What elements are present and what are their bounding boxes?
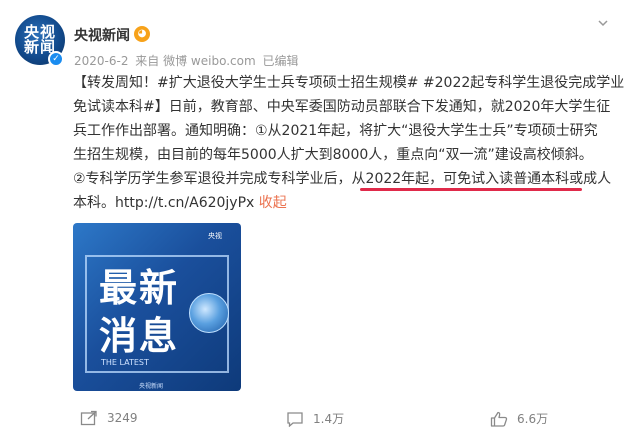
post-date[interactable]: 2020-6-2 — [74, 54, 128, 68]
action-bar: 3249 1.4万 6.6万 — [0, 404, 624, 434]
verified-icon: ✓ — [48, 51, 64, 67]
content-line: 兵工作作出部署。通知明确：①从2021年起，将扩大“退役大学生士兵”专项硕士研究 — [73, 123, 598, 139]
comment-icon — [287, 411, 303, 427]
content-line: 免试读本科#】日前，教育部、中央军委国防动员部联合下发通知，就2020年大学生征 — [73, 99, 611, 115]
post-content: 【转发周知！#扩大退役大学生士兵专项硕士招生规模# #2022起专科学生退役完成… — [73, 71, 624, 215]
edited-label[interactable]: 已编辑 — [262, 54, 298, 68]
like-button[interactable]: 6.6万 — [490, 410, 548, 427]
post-image[interactable]: 央视 最新 消息 THE LATEST 央视新闻 — [73, 223, 241, 391]
image-tag: THE LATEST — [101, 358, 149, 367]
avatar-label: 央视新闻 — [23, 23, 56, 56]
author-name[interactable]: 央视新闻 — [74, 25, 130, 45]
repost-count: 3249 — [107, 411, 138, 425]
repost-icon — [80, 410, 97, 426]
comment-count: 1.4万 — [313, 412, 345, 426]
content-line-text: ②专科学历学生参军退役并完成专科学业后，从2022年起，可免试入读普通本科或成人 — [73, 171, 612, 187]
thumbs-up-icon — [490, 411, 508, 427]
image-footer: 央视新闻 — [139, 383, 164, 390]
content-line-last: 本科。http://t.cn/A620jyPx 收起 — [73, 191, 618, 215]
repost-button[interactable]: 3249 — [80, 410, 138, 426]
chevron-down-icon[interactable] — [597, 17, 609, 29]
short-link[interactable]: 本科。http://t.cn/A620jyPx — [73, 195, 254, 211]
content-line: 【转发周知！#扩大退役大学生士兵专项硕士招生规模# #2022起专科学生退役完成… — [73, 75, 624, 91]
comment-button[interactable]: 1.4万 — [286, 410, 344, 427]
image-top-logo: 央视 — [208, 232, 222, 240]
collapse-link[interactable]: 收起 — [259, 195, 287, 211]
content-line-highlighted: ②专科学历学生参军退役并完成专科学业后，从2022年起，可免试入读普通本科或成人 — [73, 167, 618, 191]
image-headline-1: 最新 — [99, 266, 180, 310]
content-line: 生招生规模，由目前的每年5000人扩大到8000人，重点向“双一流”建设高校倾斜… — [73, 147, 593, 163]
like-count: 6.6万 — [517, 412, 549, 426]
post-meta: 2020-6-2 来自 微博 weibo.com 已编辑 — [74, 52, 302, 69]
vip-badge-icon[interactable]: ◕ — [134, 26, 150, 42]
image-headline-2: 消息 — [99, 314, 180, 358]
post-source: 来自 微博 weibo.com — [135, 54, 256, 68]
globe-icon — [189, 293, 229, 333]
